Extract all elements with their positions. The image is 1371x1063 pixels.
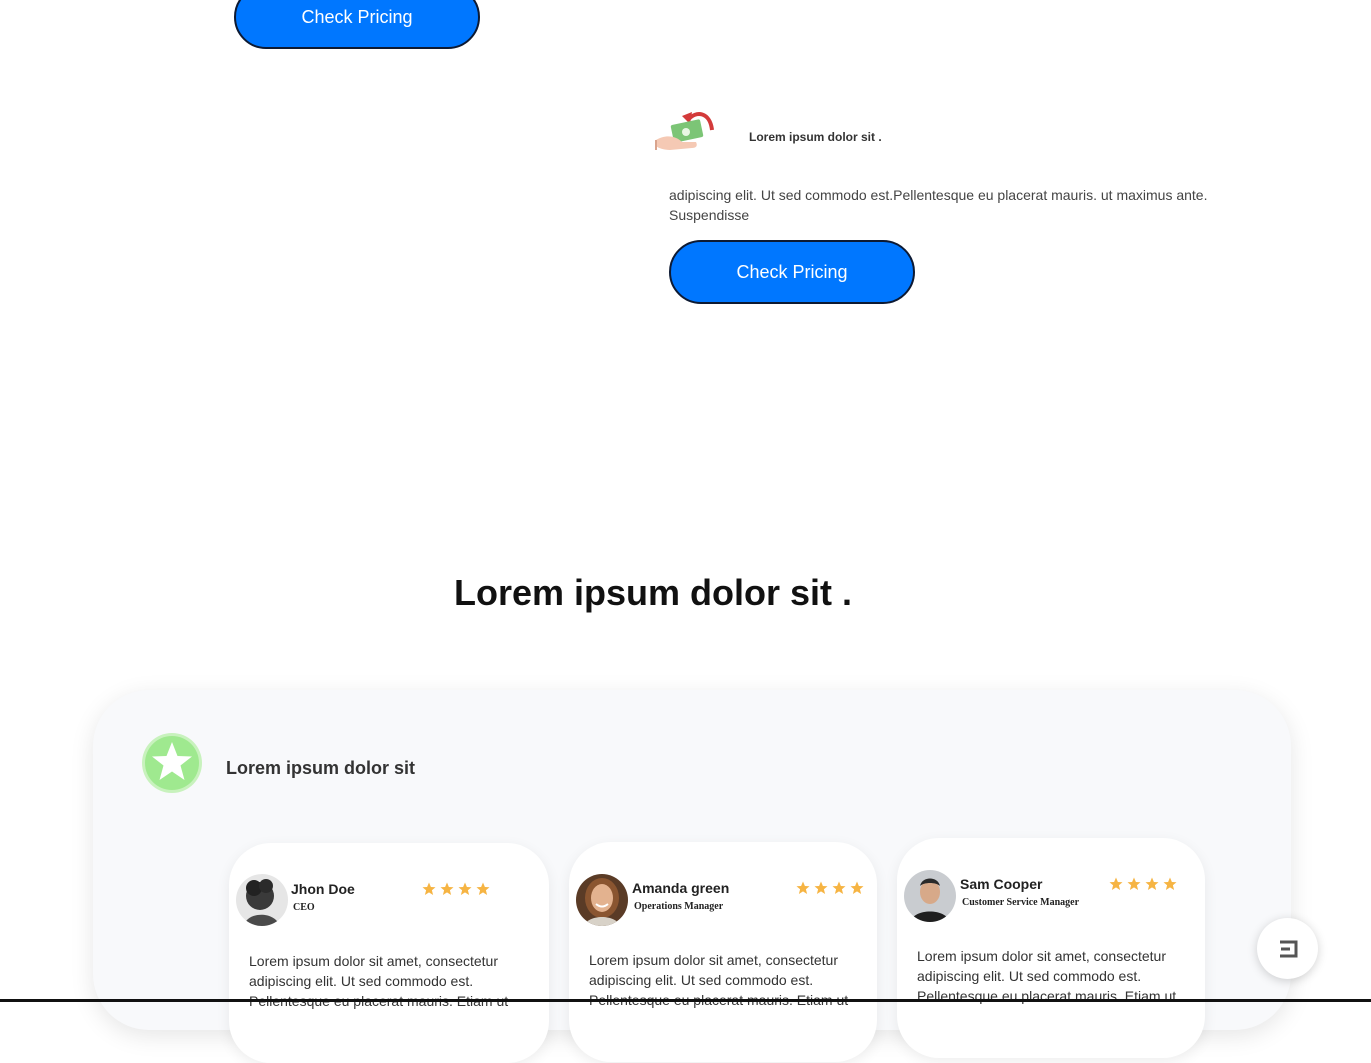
reviewer-role: Customer Service Manager (962, 897, 1080, 908)
feature-title: Lorem ipsum dolor sit . (749, 130, 882, 144)
reviewer-role: Operations Manager (634, 901, 724, 912)
star-icon (440, 882, 454, 895)
star-icon (1109, 877, 1123, 890)
star-icon (1127, 877, 1141, 890)
avatar (576, 874, 628, 926)
avatar (236, 874, 288, 926)
testimonial-card: Sam Cooper Customer Service Manager Lore… (897, 838, 1205, 1058)
star-icon (832, 881, 846, 894)
star-icon (796, 881, 810, 894)
avatar (904, 870, 956, 922)
rating-stars (1109, 877, 1177, 891)
panel-title: Lorem ipsum dolor sit (226, 758, 416, 778)
rating-stars (422, 882, 490, 896)
testimonial-card: Jhon Doe CEO Lorem ipsum dolor sit amet,… (229, 843, 549, 1063)
star-icon (476, 882, 490, 895)
testimonial-card: Amanda green Operations Manager Lorem ip… (569, 842, 877, 1062)
reviewer-role: CEO (293, 902, 315, 913)
star-icon (141, 732, 203, 794)
feature-description: adipiscing elit. Ut sed commodo est.Pell… (669, 187, 1208, 223)
testimonial-text: Lorem ipsum dolor sit amet, consectetur … (249, 953, 508, 1009)
testimonial-text: Lorem ipsum dolor sit amet, consectetur … (917, 948, 1177, 1004)
star-icon (850, 881, 864, 894)
chat-bubble-icon (1279, 940, 1297, 957)
chat-button[interactable] (1257, 918, 1318, 979)
check-pricing-button[interactable]: Check Pricing (669, 240, 915, 304)
star-icon (814, 881, 828, 894)
star-icon (1163, 877, 1177, 890)
star-icon (458, 882, 472, 895)
reviewer-name: Jhon Doe (291, 881, 355, 897)
rating-stars (796, 881, 864, 895)
section-heading: Lorem ipsum dolor sit . (453, 572, 853, 613)
reviewer-name: Sam Cooper (960, 876, 1043, 892)
hand-money-icon (652, 106, 718, 158)
star-icon (1145, 877, 1159, 890)
star-icon (422, 882, 436, 895)
reviewer-name: Amanda green (632, 880, 730, 896)
check-pricing-button-top[interactable]: Check Pricing (234, 0, 480, 49)
